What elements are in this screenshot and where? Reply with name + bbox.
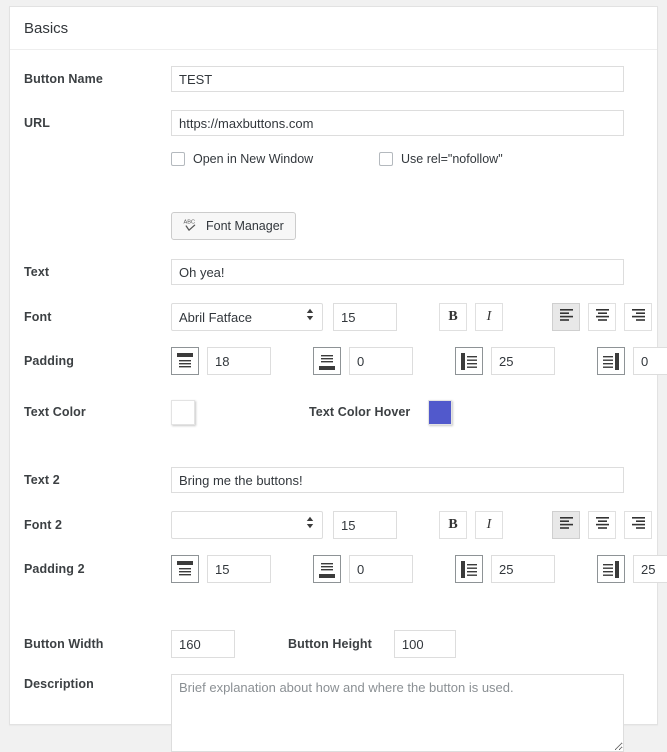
row-button-size: Button Width Button Height	[10, 629, 657, 659]
checkbox-nofollow[interactable]: Use rel="nofollow"	[379, 152, 503, 166]
label-font: Font	[24, 310, 52, 324]
label-padding: Padding	[24, 354, 75, 368]
label-padding2: Padding 2	[24, 562, 85, 576]
row-font: Font Abril Fatface B	[10, 302, 657, 332]
padding-bottom-icon	[313, 555, 341, 583]
label-url: URL	[24, 116, 50, 130]
font-manager-button-label: Font Manager	[206, 219, 284, 233]
panel-header: Basics	[10, 7, 657, 50]
page-title: Basics	[24, 19, 69, 37]
padding-right-input[interactable]	[633, 347, 667, 375]
row-text2: Text 2	[10, 465, 657, 495]
label-text: Text	[24, 265, 50, 279]
padding2-top-cell	[171, 555, 271, 583]
padding-bottom-cell	[313, 347, 413, 375]
align-center-button[interactable]	[588, 303, 616, 331]
label-font2: Font 2	[24, 518, 63, 532]
row-text: Text	[10, 257, 657, 287]
italic-button[interactable]: I	[475, 303, 503, 331]
padding-top-cell	[171, 347, 271, 375]
bold-button[interactable]: B	[439, 303, 467, 331]
italic2-label: I	[486, 517, 492, 532]
italic2-button[interactable]: I	[475, 511, 503, 539]
row-text-color: Text Color Text Color Hover	[10, 397, 657, 427]
label-button-width: Button Width	[24, 637, 104, 651]
row-button-name: Button Name	[10, 64, 657, 94]
checkbox-label-open-new-window: Open in New Window	[193, 152, 314, 166]
align-center-icon	[595, 308, 610, 326]
align2-right-button[interactable]	[624, 511, 652, 539]
panel-body: Button Name URL Open in New Window	[10, 50, 667, 752]
abc-spellcheck-icon: ABC	[183, 217, 199, 236]
padding-top-icon	[171, 347, 199, 375]
font-size-input[interactable]	[333, 303, 397, 331]
text-color-swatch[interactable]	[171, 399, 195, 425]
padding-left-cell	[455, 347, 555, 375]
padding-top-input[interactable]	[207, 347, 271, 375]
align-right-icon	[631, 516, 646, 534]
font2-select[interactable]	[171, 511, 323, 539]
align-left-button[interactable]	[552, 303, 580, 331]
align2-center-button[interactable]	[588, 511, 616, 539]
bold2-button[interactable]: B	[439, 511, 467, 539]
label-text-color-hover: Text Color Hover	[309, 405, 411, 419]
italic-label: I	[486, 309, 492, 324]
bold-label: B	[448, 309, 458, 324]
button-width-input[interactable]	[171, 630, 235, 658]
text-input[interactable]	[171, 259, 624, 285]
text2-input[interactable]	[171, 467, 624, 493]
padding2-top-input[interactable]	[207, 555, 271, 583]
align-left-icon	[559, 516, 574, 534]
button-name-input[interactable]	[171, 66, 624, 92]
checkbox-label-nofollow: Use rel="nofollow"	[401, 152, 503, 166]
row-url-options: Open in New Window Use rel="nofollow"	[10, 144, 657, 174]
padding2-right-cell	[597, 555, 667, 583]
label-button-name: Button Name	[24, 72, 103, 86]
padding2-left-cell	[455, 555, 555, 583]
align2-left-button[interactable]	[552, 511, 580, 539]
label-text2: Text 2	[24, 473, 60, 487]
align-right-icon	[631, 308, 646, 326]
label-button-height: Button Height	[288, 637, 372, 651]
align-left-icon	[559, 308, 574, 326]
font2-size-input[interactable]	[333, 511, 397, 539]
font-select-wrap: Abril Fatface	[171, 303, 323, 331]
padding-left-input[interactable]	[491, 347, 555, 375]
padding-left-icon	[455, 555, 483, 583]
padding-right-icon	[597, 555, 625, 583]
font2-select-wrap	[171, 511, 323, 539]
checkbox-box-nofollow[interactable]	[379, 152, 393, 166]
padding2-right-input[interactable]	[633, 555, 667, 583]
padding-left-icon	[455, 347, 483, 375]
checkbox-box-open-new-window[interactable]	[171, 152, 185, 166]
basics-panel: Basics Button Name URL Open in New W	[9, 6, 667, 752]
button-height-input[interactable]	[393, 630, 456, 658]
label-description: Description	[24, 677, 94, 691]
align-center-icon	[595, 516, 610, 534]
url-input[interactable]	[171, 110, 624, 136]
font-select[interactable]: Abril Fatface	[171, 303, 323, 331]
description-textarea[interactable]	[171, 674, 624, 752]
row-description: Description	[10, 674, 657, 752]
padding2-left-input[interactable]	[491, 555, 555, 583]
align-right-button[interactable]	[624, 303, 652, 331]
label-text-color: Text Color	[24, 405, 86, 419]
row-padding2: Padding 2	[10, 554, 667, 584]
bold2-label: B	[448, 517, 458, 532]
padding-top-icon	[171, 555, 199, 583]
padding-right-cell	[597, 347, 667, 375]
row-font-manager: ABC Font Manager	[10, 211, 657, 241]
padding-bottom-icon	[313, 347, 341, 375]
font-manager-button[interactable]: ABC Font Manager	[171, 212, 296, 240]
padding2-bottom-cell	[313, 555, 413, 583]
row-font2: Font 2 B	[10, 510, 657, 540]
text-color-hover-swatch[interactable]	[428, 399, 453, 425]
padding2-bottom-input[interactable]	[349, 555, 413, 583]
row-padding: Padding	[10, 346, 667, 376]
row-url: URL	[10, 108, 657, 138]
padding-right-icon	[597, 347, 625, 375]
padding-bottom-input[interactable]	[349, 347, 413, 375]
checkbox-open-new-window[interactable]: Open in New Window	[171, 152, 379, 166]
svg-text:ABC: ABC	[184, 219, 196, 225]
